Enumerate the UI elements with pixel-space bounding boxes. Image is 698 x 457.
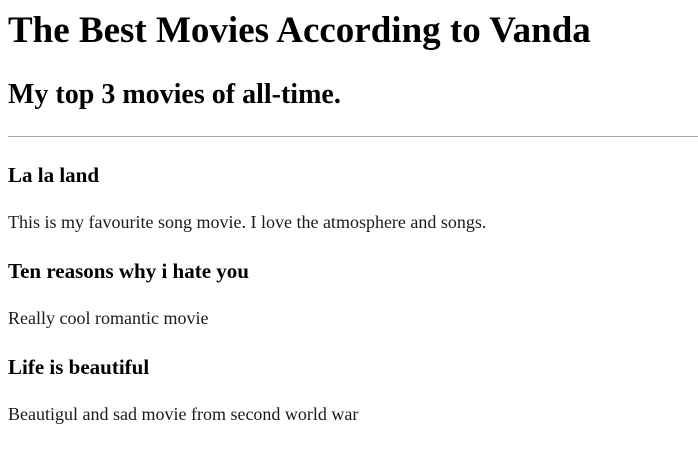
movie-title: Life is beautiful [8, 355, 150, 379]
movie-item: Ten reasons why i hate you Really cool r… [8, 259, 690, 329]
movie-item: La la land This is my favourite song mov… [8, 163, 690, 233]
movie-title: La la land [8, 163, 100, 187]
movie-description: Beautigul and sad movie from second worl… [8, 404, 359, 424]
movie-list: La la land This is my favourite song mov… [8, 163, 690, 425]
page-title: The Best Movies According to Vanda [8, 10, 591, 51]
movie-description: This is my favourite song movie. I love … [8, 212, 487, 232]
movie-description: Really cool romantic movie [8, 308, 209, 328]
movie-item: Life is beautiful Beautigul and sad movi… [8, 355, 690, 425]
page-subtitle: My top 3 movies of all-time. [8, 79, 341, 110]
divider [8, 136, 698, 137]
movie-title: Ten reasons why i hate you [8, 259, 249, 283]
